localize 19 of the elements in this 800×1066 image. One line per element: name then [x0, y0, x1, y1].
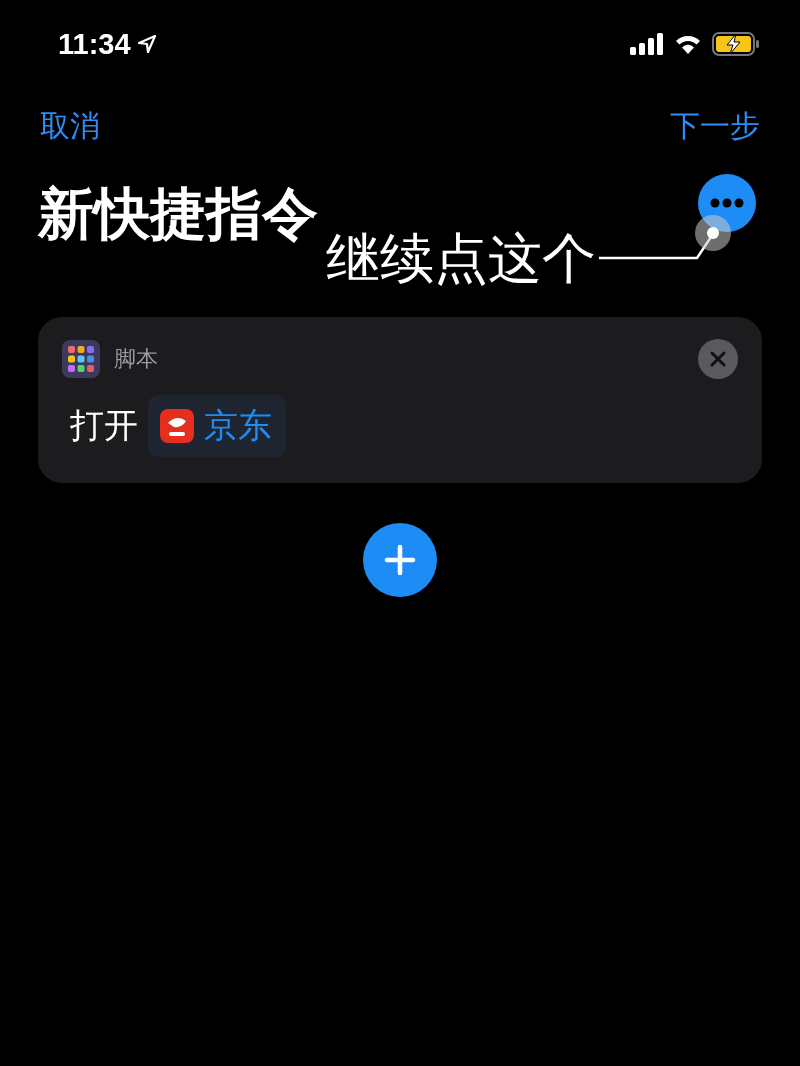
more-button[interactable]	[698, 174, 756, 232]
close-button[interactable]	[698, 339, 738, 379]
action-verb: 打开	[70, 404, 138, 447]
status-time: 11:34	[58, 27, 131, 61]
shortcut-title: 新快捷指令	[38, 180, 318, 248]
next-button[interactable]: 下一步	[670, 106, 760, 147]
ellipsis-icon	[710, 198, 744, 208]
cancel-button[interactable]: 取消	[40, 106, 100, 147]
app-icon	[160, 409, 194, 443]
script-grid-icon	[62, 340, 100, 378]
action-category: 脚本	[114, 345, 158, 373]
location-arrow-icon	[136, 34, 157, 54]
wifi-icon	[674, 33, 702, 55]
plus-icon	[384, 544, 416, 576]
signal-icon	[630, 33, 664, 55]
close-icon	[710, 351, 726, 367]
battery-charging-icon	[712, 32, 760, 56]
annotation-text: 继续点这个	[326, 229, 596, 289]
app-token[interactable]: 京东	[148, 395, 286, 457]
